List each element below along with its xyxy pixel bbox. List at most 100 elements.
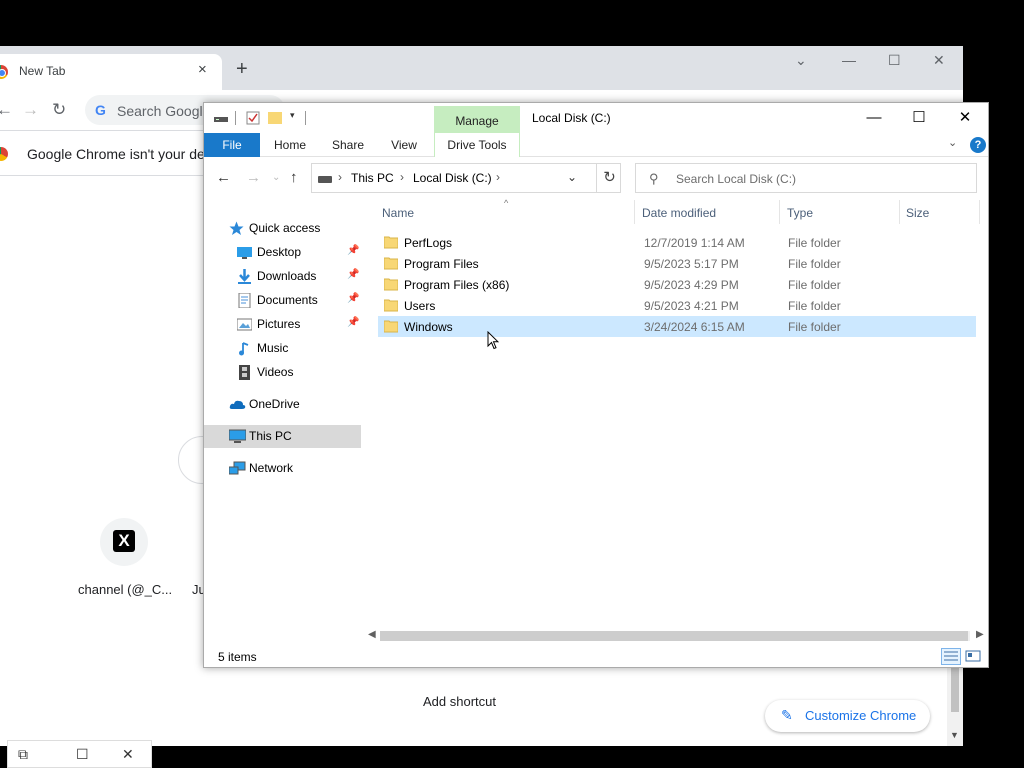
details-view-button[interactable] [941,648,961,665]
breadcrumb-separator[interactable]: › [496,170,500,184]
nav-item-onedrive[interactable]: OneDrive [204,393,361,416]
drive-icon[interactable] [214,111,228,125]
reload-icon[interactable]: ↻ [52,100,66,120]
column-divider[interactable] [779,200,780,224]
forward-arrow-icon[interactable]: → [22,100,39,120]
maximize-button[interactable]: ☐ [896,107,942,129]
scrollbar-thumb[interactable] [380,631,968,641]
nav-label: Desktop [257,245,302,259]
nav-item-music[interactable]: Music [204,337,361,360]
large-icons-view-button[interactable] [963,648,983,665]
pin-icon[interactable]: 📌 [347,293,359,304]
nav-item-this-pc[interactable]: This PC [204,425,361,448]
file-name: Windows [404,320,453,334]
scrollbar-thumb[interactable] [951,666,959,712]
large-icons-view-icon [965,650,981,662]
chrome-close-button[interactable]: ✕ [933,52,945,69]
address-dropdown-chevron-icon[interactable]: ⌄ [567,170,577,184]
close-icon[interactable]: ✕ [122,746,134,763]
expand-ribbon-chevron-icon[interactable]: ⌄ [948,136,957,149]
nav-item-pictures[interactable]: Pictures 📌 [204,313,361,336]
qat-dropdown-icon[interactable]: ▾ [290,110,295,121]
folder-icon [384,236,398,249]
nav-item-downloads[interactable]: Downloads 📌 [204,265,361,288]
new-tab-button[interactable]: + [236,59,248,79]
help-icon[interactable]: ? [970,137,986,153]
tab-home[interactable]: Home [266,133,314,157]
computer-icon [229,429,246,443]
maximize-icon[interactable]: ☐ [76,746,89,763]
back-arrow-icon[interactable]: ← [216,169,231,186]
ribbon-tabs: File Home Share View Drive Tools ⌄ ? [204,133,988,157]
chrome-scrollbar[interactable]: ▼ [947,666,963,746]
scroll-right-arrow-icon[interactable]: ▶ [976,629,984,640]
restore-icon[interactable]: ⧉ [18,746,28,763]
scroll-left-arrow-icon[interactable]: ◀ [368,629,376,640]
new-folder-icon[interactable] [268,111,282,125]
breadcrumb-this-pc[interactable]: This PC [351,171,394,185]
address-bar[interactable]: › This PC › Local Disk (C:) › ⌄ ↻ [311,163,621,193]
folder-icon [384,299,398,312]
tab-view[interactable]: View [380,133,428,157]
minimize-button[interactable]: — [851,107,897,129]
pin-icon[interactable]: 📌 [347,245,359,256]
tab-share[interactable]: Share [324,133,372,157]
scroll-down-arrow-icon[interactable]: ▼ [950,730,959,740]
tab-file[interactable]: File [204,133,260,157]
document-icon [238,293,251,308]
nav-item-documents[interactable]: Documents 📌 [204,289,361,312]
recent-locations-chevron-icon[interactable]: ⌄ [272,172,280,183]
nav-label: Documents [257,293,318,307]
forward-arrow-icon[interactable]: → [246,169,261,186]
folder-icon [384,257,398,270]
folder-icon [384,320,398,333]
up-arrow-icon[interactable]: ↑ [290,169,298,186]
refresh-icon[interactable]: ↻ [596,163,622,193]
column-header-size[interactable]: Size [906,206,929,220]
tab-close-icon[interactable]: × [198,61,207,78]
table-row[interactable]: Windows 3/24/2024 6:15 AM File folder [378,316,976,337]
breadcrumb-local-disk[interactable]: Local Disk (C:) [413,171,492,185]
add-shortcut-label[interactable]: Add shortcut [423,694,496,709]
chrome-minimize-button[interactable]: — [842,52,856,68]
column-header-type[interactable]: Type [787,206,813,220]
file-type: File folder [788,278,841,292]
nav-item-quick-access[interactable]: Quick access [204,217,361,240]
minimized-window-controls: ⧉ ☐ ✕ [7,740,152,768]
chrome-maximize-button[interactable]: ☐ [888,52,901,69]
nav-item-videos[interactable]: Videos [204,361,361,384]
file-list: ^ Name Date modified Type Size PerfLogs … [376,198,986,638]
file-date: 9/5/2023 4:29 PM [644,278,739,292]
table-row[interactable]: Program Files (x86) 9/5/2023 4:29 PM Fil… [378,274,976,295]
pin-icon[interactable]: 📌 [347,317,359,328]
search-input[interactable]: ⚲ Search Local Disk (C:) [635,163,977,193]
address-row: ← → ⌄ ↑ › This PC › Local Disk (C:) › ⌄ … [204,158,988,198]
file-date: 12/7/2019 1:14 AM [644,236,745,250]
column-divider[interactable] [899,200,900,224]
back-arrow-icon[interactable]: ← [0,100,13,120]
chevron-down-icon[interactable]: ⌄ [795,52,807,69]
tab-drive-tools[interactable]: Drive Tools [434,133,520,157]
manage-contextual-tab[interactable]: Manage [434,106,520,133]
nav-item-desktop[interactable]: Desktop 📌 [204,241,361,264]
column-header-date-modified[interactable]: Date modified [642,206,716,220]
column-header-name[interactable]: Name [382,206,414,220]
properties-icon[interactable] [246,111,260,125]
shortcut-label[interactable]: channel (@_C... [78,582,172,597]
chrome-tabstrip: New Tab × + ⌄ — ☐ ✕ [0,46,963,90]
explorer-titlebar: ▾ Manage Local Disk (C:) — ☐ ✕ [204,103,988,133]
column-divider[interactable] [979,200,980,224]
horizontal-scrollbar[interactable]: ◀ ▶ [368,628,988,644]
customize-chrome-button[interactable]: ✎ Customize Chrome [765,700,930,732]
pin-icon[interactable]: 📌 [347,269,359,280]
table-row[interactable]: PerfLogs 12/7/2019 1:14 AM File folder [378,232,976,253]
shortcut-tile-x[interactable]: X [100,518,148,566]
table-row[interactable]: Users 9/5/2023 4:21 PM File folder [378,295,976,316]
table-row[interactable]: Program Files 9/5/2023 5:17 PM File fold… [378,253,976,274]
file-date: 9/5/2023 5:17 PM [644,257,739,271]
close-button[interactable]: ✕ [942,107,988,129]
pencil-icon: ✎ [781,707,793,723]
chrome-tab-new-tab[interactable]: New Tab × [0,54,222,90]
nav-item-network[interactable]: Network [204,457,361,480]
column-divider[interactable] [634,200,635,224]
